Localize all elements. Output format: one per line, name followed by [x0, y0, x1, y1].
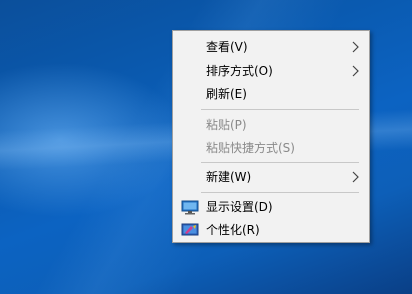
menu-item-paste[interactable]: 粘贴(P)	[173, 114, 369, 136]
menu-separator	[201, 192, 359, 193]
menu-item-label: 粘贴快捷方式(S)	[206, 141, 295, 155]
menu-item-personalize[interactable]: 个性化(R)	[173, 219, 369, 241]
menu-item-label: 查看(V)	[206, 40, 248, 54]
chevron-right-icon	[352, 171, 359, 183]
menu-item-label: 排序方式(O)	[206, 64, 273, 78]
menu-item-view[interactable]: 查看(V)	[173, 36, 369, 58]
chevron-right-icon	[352, 65, 359, 77]
menu-separator	[201, 109, 359, 110]
display-settings-icon	[181, 200, 199, 215]
menu-item-display-settings[interactable]: 显示设置(D)	[173, 196, 369, 218]
menu-item-label: 新建(W)	[206, 170, 252, 184]
chevron-right-icon	[352, 41, 359, 53]
menu-item-new[interactable]: 新建(W)	[173, 166, 369, 188]
menu-item-sort-by[interactable]: 排序方式(O)	[173, 60, 369, 82]
menu-item-label: 粘贴(P)	[206, 118, 247, 132]
menu-item-label: 刷新(E)	[206, 87, 247, 101]
menu-item-refresh[interactable]: 刷新(E)	[173, 83, 369, 105]
menu-item-label: 个性化(R)	[206, 223, 260, 237]
personalize-icon	[181, 223, 199, 236]
menu-separator	[201, 162, 359, 163]
menu-item-paste-shortcut[interactable]: 粘贴快捷方式(S)	[173, 137, 369, 159]
desktop-context-menu: 查看(V) 排序方式(O) 刷新(E) 粘贴(P) 粘贴快捷方式(S) 新建(W…	[172, 30, 370, 243]
menu-item-label: 显示设置(D)	[206, 200, 273, 214]
